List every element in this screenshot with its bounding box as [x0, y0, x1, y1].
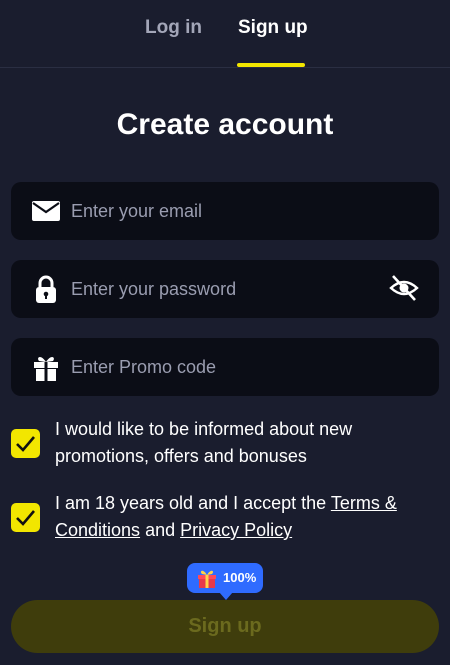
promo-field[interactable] — [11, 338, 439, 396]
promotions-checkbox[interactable] — [11, 429, 40, 458]
terms-text-middle: and — [140, 520, 181, 540]
eye-slash-icon[interactable] — [389, 273, 419, 303]
bonus-badge: 100% — [187, 563, 263, 600]
terms-consent: I am 18 years old and I accept the Terms… — [11, 490, 439, 546]
password-input[interactable] — [71, 260, 371, 318]
auth-tabs: Log in Sign up — [0, 0, 450, 68]
active-tab-indicator — [237, 63, 305, 67]
envelope-icon — [31, 196, 61, 226]
checkmark-icon — [16, 436, 35, 452]
sign-up-button[interactable]: Sign up — [11, 600, 439, 653]
terms-text-prefix: I am 18 years old and I accept the — [55, 493, 331, 513]
email-input[interactable] — [71, 182, 371, 240]
promo-input[interactable] — [71, 338, 371, 396]
tab-login[interactable]: Log in — [145, 17, 202, 39]
terms-checkbox[interactable] — [11, 503, 40, 532]
password-field[interactable] — [11, 260, 439, 318]
promotions-consent-text: I would like to be informed about new pr… — [55, 419, 353, 466]
terms-consent-text: I am 18 years old and I accept the Terms… — [55, 490, 435, 544]
promotions-consent: I would like to be informed about new pr… — [11, 416, 439, 472]
tab-signup[interactable]: Sign up — [238, 17, 308, 39]
gift-icon — [31, 352, 61, 382]
privacy-policy-link[interactable]: Privacy Policy — [180, 520, 292, 540]
email-field[interactable] — [11, 182, 439, 240]
badge-percent: 100% — [223, 570, 257, 585]
page-title: Create account — [116, 108, 334, 141]
gift-box-icon — [196, 567, 218, 594]
lock-icon — [31, 274, 61, 304]
checkmark-icon — [16, 510, 35, 526]
